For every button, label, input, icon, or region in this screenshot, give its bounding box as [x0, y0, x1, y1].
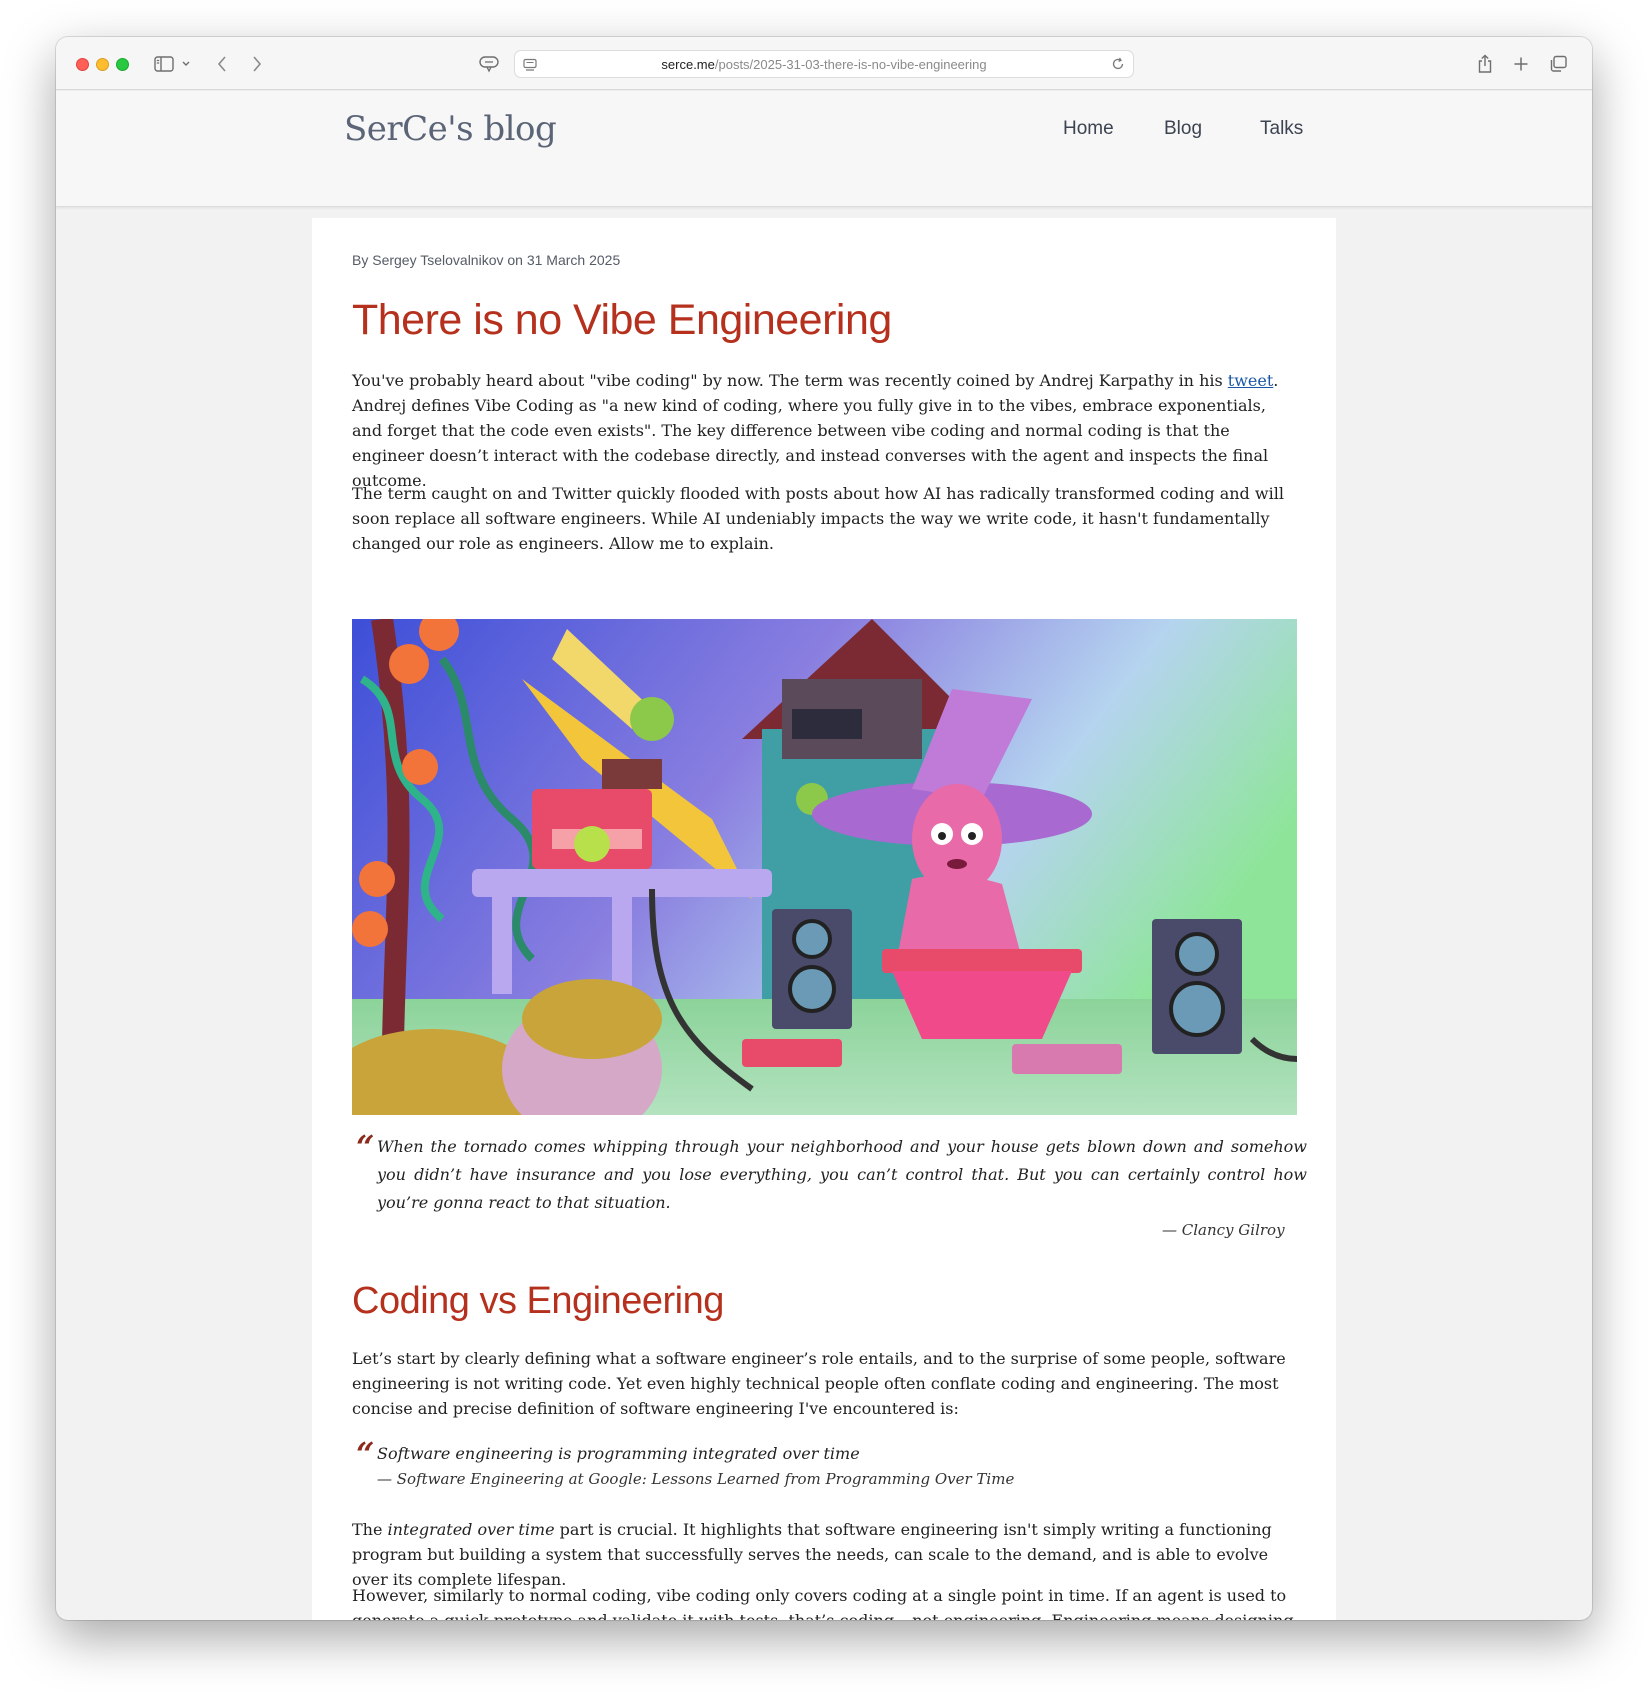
- p4-text-a: The: [352, 1520, 388, 1539]
- article-card: By Sergey Tselovalnikov on 31 March 2025…: [312, 218, 1336, 1620]
- page-settings-icon[interactable]: [523, 58, 537, 75]
- post-byline: By Sergey Tselovalnikov on 31 March 2025: [352, 252, 621, 268]
- p4-emphasis: integrated over time: [387, 1520, 555, 1539]
- tab-overview-icon[interactable]: [1548, 51, 1568, 77]
- sidebar-toggle-icon[interactable]: [154, 51, 174, 77]
- intro-paragraph: You've probably heard about "vibe coding…: [352, 368, 1297, 493]
- address-bar[interactable]: serce.me/posts/2025-31-03-there-is-no-vi…: [514, 50, 1134, 78]
- share-icon[interactable]: [1477, 51, 1493, 77]
- forward-arrow-icon[interactable]: [251, 51, 263, 77]
- reload-icon[interactable]: [1111, 57, 1125, 74]
- url-domain: serce.me: [661, 56, 715, 72]
- quote-mark-icon: “: [356, 1435, 375, 1473]
- coding-vs-engineering-paragraph: Let’s start by clearly defining what a s…: [352, 1349, 1286, 1418]
- site-logo[interactable]: SerCe's blog: [344, 109, 557, 149]
- nav-home-link[interactable]: Home: [1063, 118, 1114, 140]
- section-heading: Coding vs Engineering: [352, 1280, 724, 1322]
- close-window-button[interactable]: [76, 58, 89, 71]
- minimize-window-button[interactable]: [96, 58, 109, 71]
- zoom-window-button[interactable]: [116, 58, 129, 71]
- quote-mark-icon: “: [356, 1128, 375, 1166]
- chevron-down-icon[interactable]: [181, 51, 191, 77]
- site-header: SerCe's blog Home Blog Talks: [56, 91, 1592, 207]
- definition-quote: Software engineering is programming inte…: [377, 1444, 860, 1463]
- browser-toolbar: serce.me/posts/2025-31-03-there-is-no-vi…: [56, 37, 1592, 90]
- url-text: serce.me/posts/2025-31-03-there-is-no-vi…: [661, 57, 986, 72]
- back-arrow-icon[interactable]: [216, 51, 228, 77]
- browser-window: serce.me/posts/2025-31-03-there-is-no-vi…: [56, 37, 1592, 1620]
- vibe-coding-paragraph: However, similarly to normal coding, vib…: [352, 1586, 1294, 1620]
- second-paragraph: The term caught on and Twitter quickly f…: [352, 484, 1284, 553]
- intro-text-a: You've probably heard about "vibe coding…: [352, 371, 1228, 390]
- hero-illustration: [352, 619, 1297, 1115]
- integrated-over-time-paragraph: The integrated over time part is crucial…: [352, 1517, 1297, 1592]
- reader-chat-icon[interactable]: [478, 51, 500, 77]
- tornado-quote: When the tornado comes whipping through …: [377, 1137, 1307, 1212]
- post-title: There is no Vibe Engineering: [352, 296, 892, 344]
- new-tab-icon[interactable]: [1513, 51, 1529, 77]
- nav-talks-link[interactable]: Talks: [1260, 118, 1303, 140]
- url-path: /posts/2025-31-03-there-is-no-vibe-engin…: [714, 56, 987, 72]
- nav-blog-link[interactable]: Blog: [1164, 118, 1202, 140]
- tweet-link[interactable]: tweet: [1228, 371, 1274, 390]
- definition-quote-citation: — Software Engineering at Google: Lesson…: [377, 1470, 1015, 1488]
- tornado-quote-citation: — Clancy Gilroy: [1162, 1221, 1285, 1239]
